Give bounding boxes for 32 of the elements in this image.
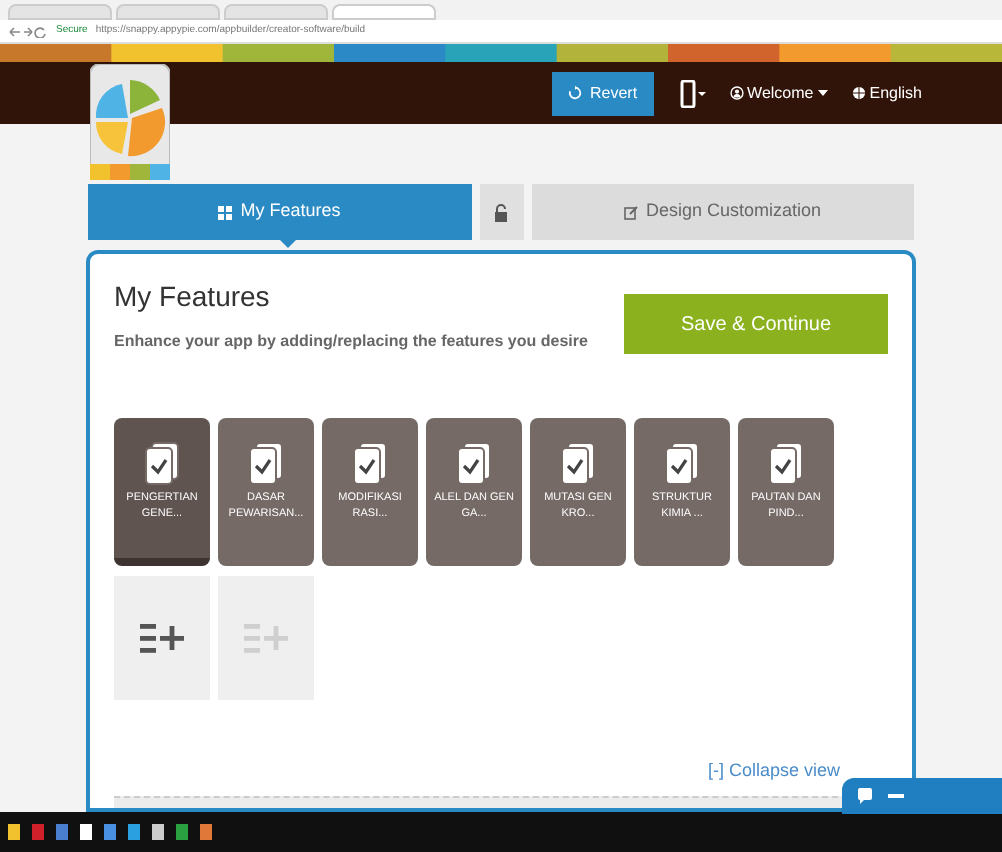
- globe-icon: [851, 86, 866, 100]
- checked-document-icon: [352, 442, 388, 486]
- browser-tab[interactable]: [116, 4, 220, 20]
- caret-icon: [817, 89, 828, 97]
- grid-icon: [218, 205, 233, 219]
- step-tab[interactable]: Design Customization: [531, 184, 914, 240]
- back-forward-reload-icon[interactable]: [8, 25, 48, 37]
- add-list-icon: [140, 622, 184, 654]
- checked-document-icon: [768, 442, 804, 486]
- undo-icon: [567, 86, 582, 100]
- checked-document-icon: [664, 442, 700, 486]
- chat-bubble-icon: [858, 788, 872, 804]
- lock-icon: [494, 203, 508, 221]
- revert-button[interactable]: Revert: [551, 71, 654, 115]
- minimize-icon[interactable]: [888, 794, 904, 798]
- browser-tab[interactable]: [224, 4, 328, 20]
- chat-widget[interactable]: [842, 778, 1002, 814]
- phone-icon[interactable]: [677, 79, 706, 107]
- user-icon: [729, 86, 744, 100]
- panel-subtitle: Enhance your app by adding/replacing the features you desire: [114, 330, 588, 354]
- add-feature-tile[interactable]: [114, 576, 210, 700]
- edit-icon: [623, 205, 638, 219]
- checked-document-icon: [248, 442, 284, 486]
- welcome-menu[interactable]: Welcome: [747, 81, 814, 105]
- add-list-icon: [244, 622, 288, 654]
- browser-tab[interactable]: [332, 4, 436, 20]
- checked-document-icon: [560, 442, 596, 486]
- language-menu[interactable]: English: [869, 81, 922, 105]
- panel-title: My Features: [114, 282, 272, 310]
- checked-document-icon: [456, 442, 492, 486]
- collapse-view-link[interactable]: [-] Collapse view: [707, 757, 840, 784]
- checked-document-icon: [144, 442, 180, 486]
